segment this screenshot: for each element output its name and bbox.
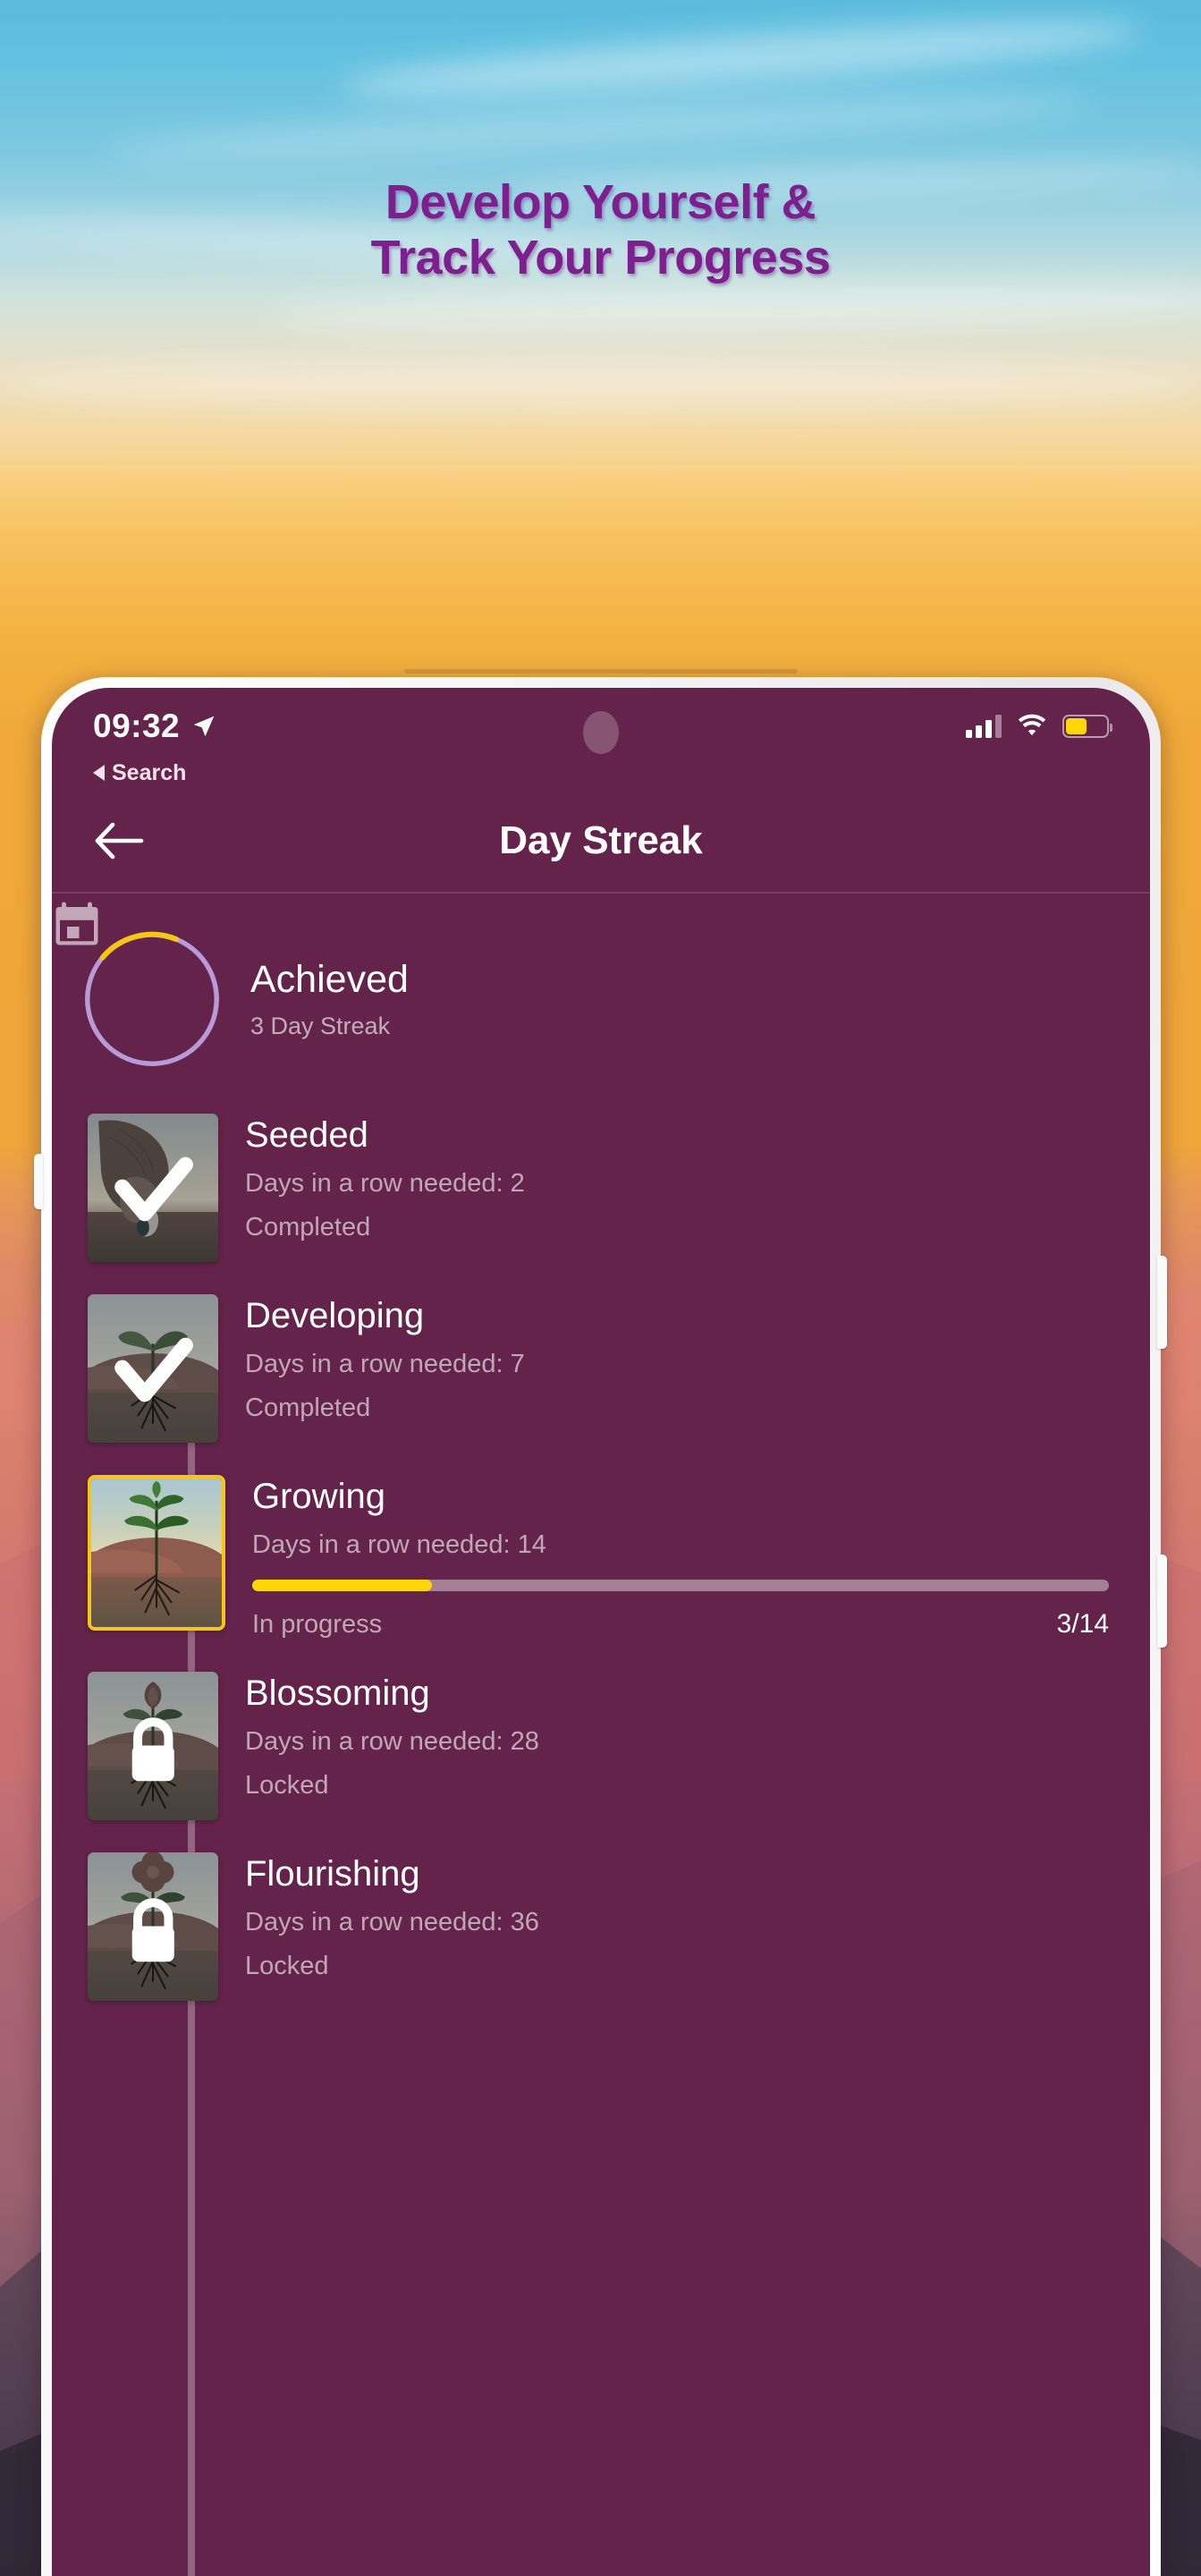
- location-arrow-icon: [193, 716, 215, 737]
- achieved-title: Achieved: [250, 958, 409, 1001]
- milestone-thumbnail[interactable]: [88, 1294, 218, 1443]
- milestone-requirement: Days in a row needed: 36: [245, 1908, 539, 1936]
- milestone-title: Blossoming: [245, 1674, 430, 1713]
- milestone-status: Locked: [245, 1952, 329, 1980]
- achieved-subtitle: 3 Day Streak: [250, 1013, 391, 1039]
- battery-icon: [1062, 715, 1112, 738]
- check-icon: [88, 1297, 218, 1443]
- milestone-row[interactable]: Growing Days in a row needed: 14 In progre…: [52, 1459, 1150, 1656]
- check-icon: [114, 1337, 193, 1402]
- milestone-progress-count: 3/14: [1056, 1609, 1109, 1639]
- milestone-progress-fill: [252, 1580, 433, 1591]
- milestone-body: Blossoming Days in a row needed: 28 Locked: [245, 1672, 1109, 1799]
- check-icon: [114, 1157, 193, 1221]
- front-camera-icon: [583, 711, 619, 754]
- milestone-thumbnail[interactable]: [88, 1114, 218, 1262]
- lock-icon: [88, 1674, 218, 1820]
- back-to-app-label: Search: [112, 759, 187, 785]
- marketing-headline: Develop Yourself & Track Your Progress: [370, 175, 831, 284]
- lock-icon: [131, 1898, 174, 1962]
- silence-switch[interactable]: [34, 1154, 43, 1209]
- back-to-app-chip[interactable]: Search: [52, 756, 1150, 790]
- status-bar-indicators: [966, 714, 1112, 739]
- calendar-icon: [55, 902, 98, 945]
- milestone-title: Growing: [252, 1477, 385, 1516]
- lock-icon: [131, 1717, 174, 1782]
- milestone-thumbnail[interactable]: [88, 1852, 218, 2001]
- app-store-screenshot: Develop Yourself & Track Your Progress 0…: [0, 0, 1201, 2576]
- streak-progress-ring: [55, 902, 227, 1074]
- milestone-title: Flourishing: [245, 1854, 420, 1894]
- status-bar: 09:32: [52, 688, 1150, 756]
- milestone-row[interactable]: Seeded Days in a row needed: 2 Completed: [52, 1097, 1150, 1278]
- wifi-icon: [1018, 714, 1046, 736]
- milestone-requirement: Days in a row needed: 7: [245, 1350, 525, 1378]
- milestone-thumbnail[interactable]: [88, 1672, 218, 1820]
- milestone-body: Flourishing Days in a row needed: 36 Locke…: [245, 1852, 1109, 1979]
- milestone-status: In progress: [252, 1609, 383, 1639]
- check-icon: [88, 1116, 218, 1262]
- milestone-requirement: Days in a row needed: 2: [245, 1169, 525, 1198]
- milestone-status: Completed: [245, 1394, 371, 1422]
- triangle-left-icon: [93, 765, 105, 781]
- navigation-bar: Day Streak: [52, 790, 1150, 894]
- milestone-title: Developing: [245, 1296, 425, 1335]
- milestone-row[interactable]: Flourishing Days in a row needed: 36 Locke…: [52, 1836, 1150, 2017]
- lock-icon: [88, 1855, 218, 2001]
- phone-device-frame: 09:32 Search Day Streak Achieved 3 Day S…: [41, 669, 1161, 2576]
- earpiece-speaker: [404, 669, 798, 674]
- status-bar-time-group: 09:32: [93, 708, 217, 745]
- milestone-status: Locked: [245, 1771, 329, 1800]
- volume-down-button[interactable]: [1157, 1555, 1167, 1648]
- milestone-row[interactable]: Blossoming Days in a row needed: 28 Locked: [52, 1656, 1150, 1836]
- arrow-left-icon[interactable]: [93, 821, 147, 860]
- status-bar-time: 09:32: [93, 708, 181, 744]
- milestone-body: Seeded Days in a row needed: 2 Completed: [245, 1114, 1109, 1241]
- milestone-body: Growing Days in a row needed: 14 In progre…: [252, 1475, 1109, 1640]
- milestone-body: Developing Days in a row needed: 7 Complet…: [245, 1294, 1109, 1421]
- milestone-title: Seeded: [245, 1115, 368, 1155]
- volume-up-button[interactable]: [1157, 1256, 1167, 1349]
- phone-screen: 09:32 Search Day Streak Achieved 3 Day S…: [52, 688, 1150, 2576]
- streak-content: Achieved 3 Day Streak Seeded Days in a ro…: [52, 894, 1150, 2576]
- milestone-status-row: In progress 3/14: [252, 1609, 1109, 1640]
- milestone-artwork-young-plant-with-roots: [91, 1479, 222, 1627]
- milestone-status: Completed: [245, 1213, 371, 1241]
- milestone-thumbnail[interactable]: [88, 1475, 225, 1631]
- page-title: Day Streak: [499, 818, 703, 862]
- achieved-summary: Achieved 3 Day Streak: [52, 894, 1150, 1097]
- milestone-requirement: Days in a row needed: 28: [245, 1727, 539, 1756]
- milestone-requirement: Days in a row needed: 14: [252, 1530, 546, 1559]
- milestone-progress-bar: [252, 1580, 1109, 1591]
- cellular-signal-icon: [966, 715, 1002, 738]
- milestone-row[interactable]: Developing Days in a row needed: 7 Complet…: [52, 1278, 1150, 1459]
- milestone-list: Seeded Days in a row needed: 2 Completed De…: [52, 1097, 1150, 2017]
